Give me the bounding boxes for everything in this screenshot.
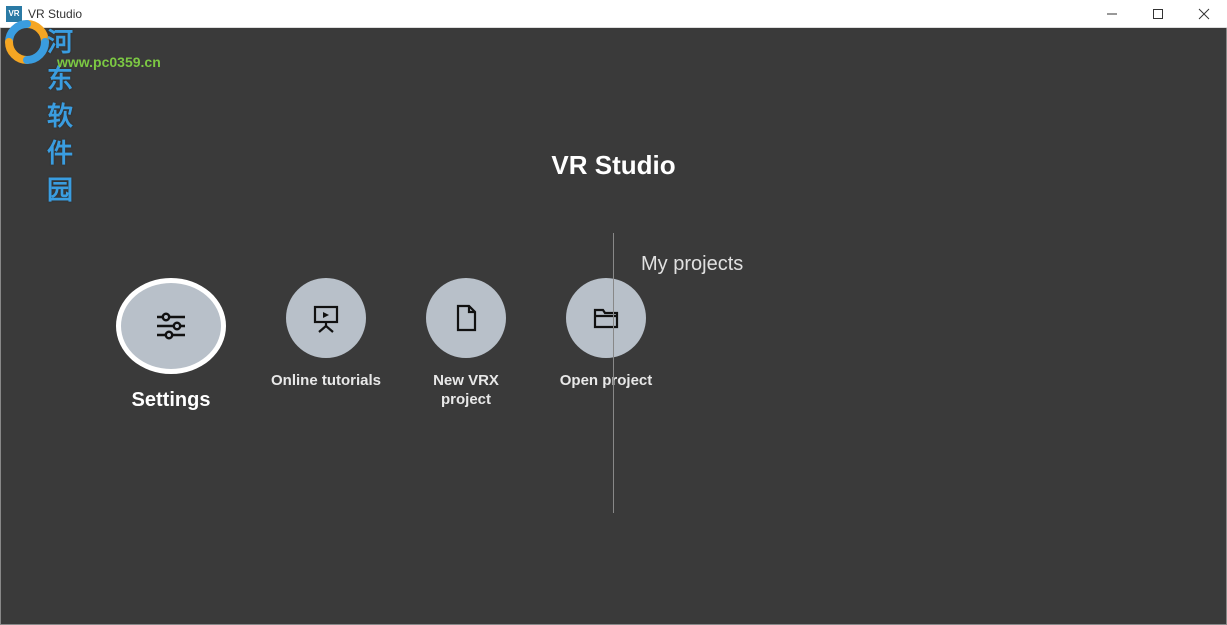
window-titlebar: VR VR Studio (0, 0, 1227, 28)
watermark-url: www.pc0359.cn (57, 54, 161, 70)
app-title: VR Studio (1, 150, 1226, 181)
my-projects-heading: My projects (641, 253, 743, 276)
settings-button[interactable]: Settings (101, 278, 241, 413)
tutorials-label: Online tutorials (271, 372, 381, 391)
open-project-button[interactable]: Open project (551, 278, 661, 391)
new-vrx-circle (426, 278, 506, 358)
folder-icon (591, 303, 621, 333)
window-title: VR Studio (28, 7, 82, 21)
window-controls (1089, 0, 1227, 27)
settings-circle (116, 278, 226, 374)
vertical-divider (613, 233, 614, 513)
minimize-button[interactable] (1089, 0, 1135, 27)
app-icon: VR (6, 6, 22, 22)
presentation-icon (310, 302, 342, 334)
close-button[interactable] (1181, 0, 1227, 27)
minimize-icon (1106, 8, 1118, 20)
new-vrx-project-button[interactable]: New VRX project (411, 278, 521, 410)
close-icon (1198, 8, 1210, 20)
open-label: Open project (560, 372, 653, 391)
actions-row: Settings Online tutorials (101, 278, 661, 413)
maximize-button[interactable] (1135, 0, 1181, 27)
workspace: 河东软件园 www.pc0359.cn VR Studio Settings (0, 28, 1227, 625)
new-vrx-label: New VRX project (411, 372, 521, 410)
open-circle (566, 278, 646, 358)
settings-label: Settings (132, 388, 211, 413)
tutorials-circle (286, 278, 366, 358)
sliders-icon (153, 308, 189, 344)
maximize-icon (1152, 8, 1164, 20)
online-tutorials-button[interactable]: Online tutorials (271, 278, 381, 391)
file-icon (451, 303, 481, 333)
